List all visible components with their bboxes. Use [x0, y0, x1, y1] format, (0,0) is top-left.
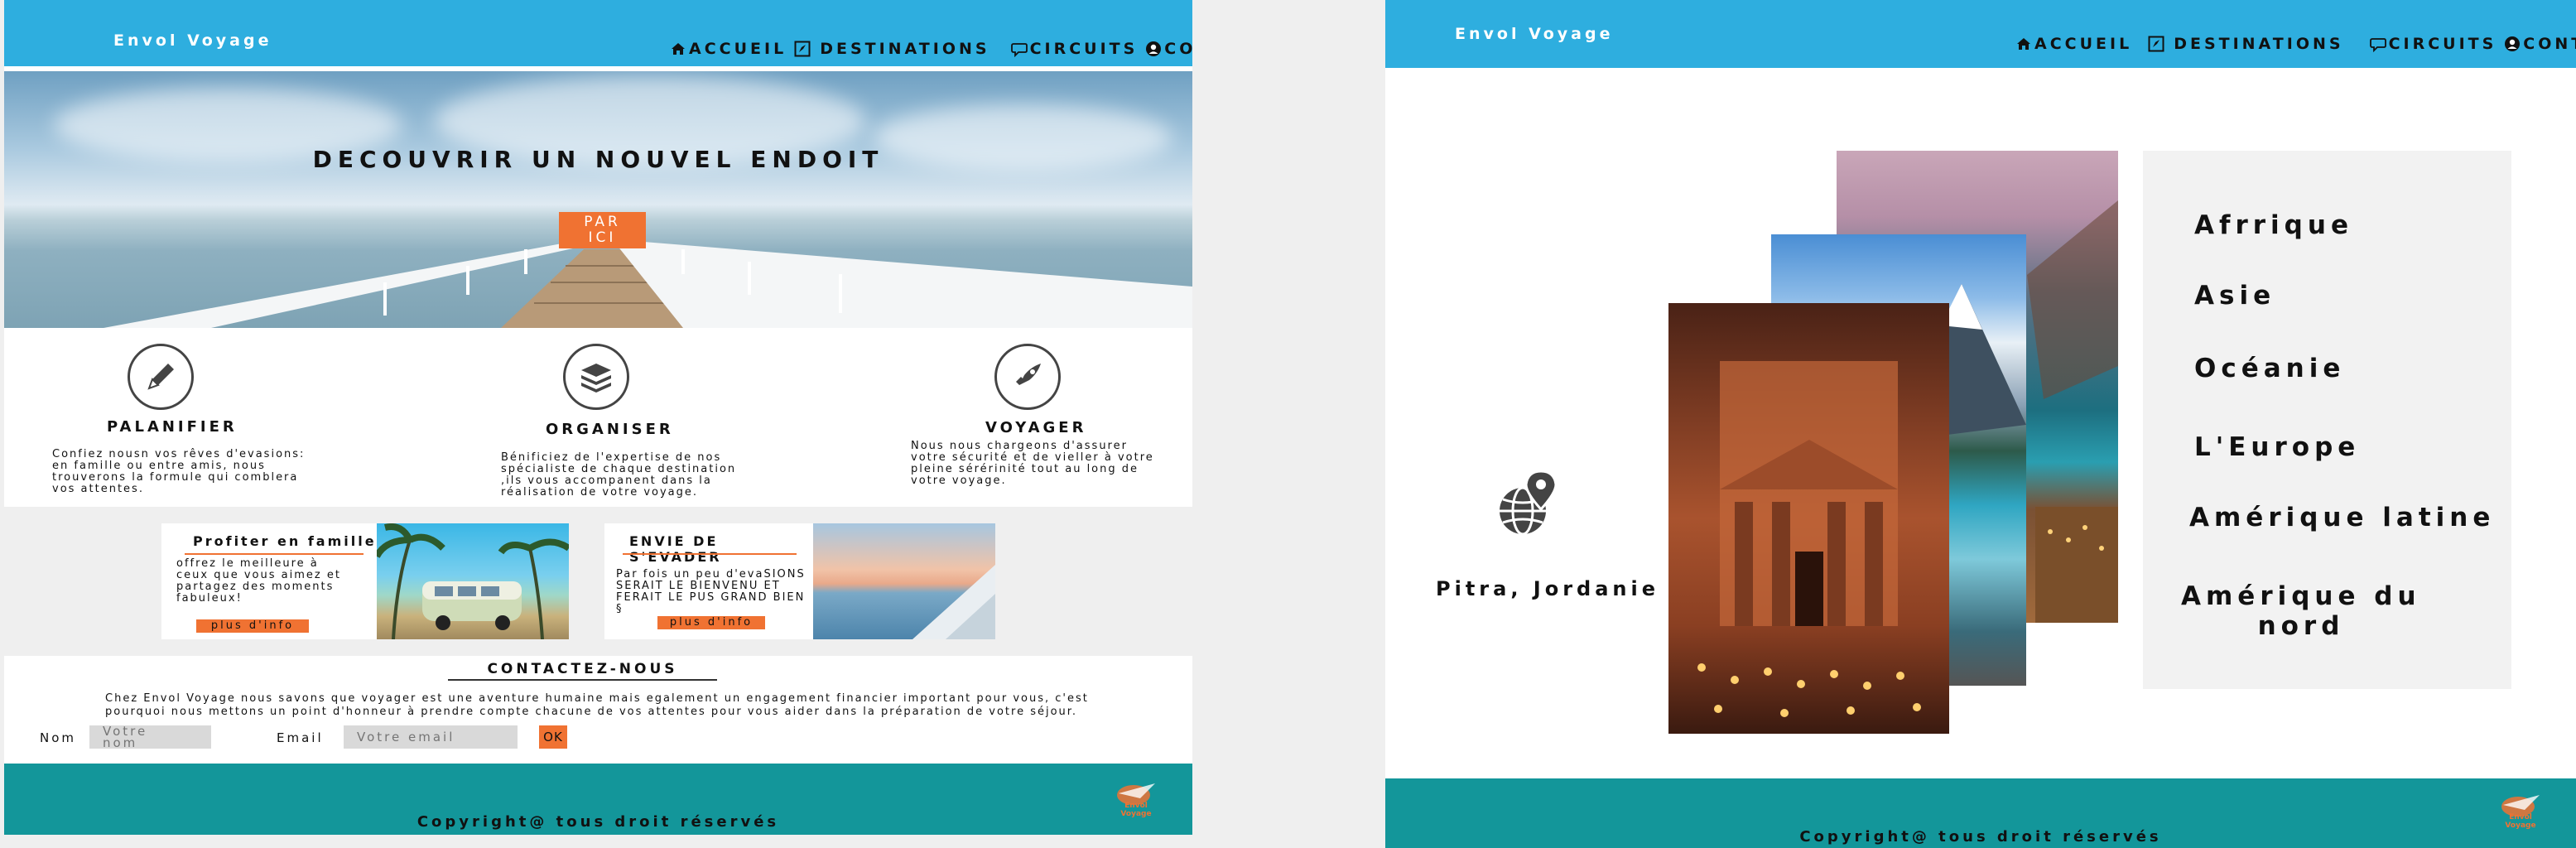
promo-section: Profiter en famille offrez le meilleure … [4, 507, 1192, 656]
feature-title: ORGANISER [546, 421, 674, 438]
header: Envol Voyage ACCUEIL DESTINATIONS CIRCUI… [1385, 0, 2576, 68]
copyright: Copyright@ tous droit réservés [1799, 828, 2162, 846]
promo-title: ENVIE DE S'EVADER [629, 533, 722, 565]
region-amerique-du-nord[interactable]: Amérique du nord [2181, 581, 2421, 641]
copyright: Copyright@ tous droit réservés [416, 813, 780, 831]
photo-caption: Pitra, Jordanie [1436, 577, 1660, 600]
submit-button[interactable]: OK [539, 725, 567, 749]
destinations-page: Envol Voyage ACCUEIL DESTINATIONS CIRCUI… [1385, 0, 2576, 848]
region-amerique-latine[interactable]: Amérique latine [2189, 503, 2495, 532]
rocket-icon [2147, 35, 2165, 53]
nav-circuits-label: CIRCUITS [2388, 35, 2497, 53]
nav-circuits[interactable]: CIRCUITS [2369, 35, 2497, 53]
hero-banner: DECOUVRIR UN NOUVEL ENDOIT PAR ICI [4, 71, 1192, 328]
user-icon [2503, 35, 2521, 53]
feature-text: Bénificiez de l'expertise de nos spéciali… [501, 451, 737, 499]
nav-accueil[interactable]: ACCUEIL [2015, 35, 2132, 53]
nav-contact-label: CONTACT [1164, 40, 1192, 58]
feature-text: Nous nous chargeons d'assurer votre sécur… [911, 440, 1154, 487]
header: Envol Voyage ACCUEIL DESTINATIONS CIRCUI… [4, 0, 1192, 66]
nav-contact[interactable]: CONTACT [1144, 40, 1192, 58]
plus-info-button[interactable]: plus d'info [196, 619, 309, 633]
feature-text: Confiez nousn vos rêves d'evasions: en fa… [52, 448, 306, 495]
rocket-icon [994, 344, 1061, 410]
home-icon [669, 40, 687, 58]
nav-contact-label: CONTACT [2523, 35, 2576, 53]
email-label: Email [277, 730, 324, 745]
chat-bubble-icon [2369, 35, 2387, 53]
promo-text: Par fois un peu d'evaSIONS SERAIT LE BIEN… [616, 568, 806, 615]
nav-destinations[interactable]: DESTINATIONS [2147, 35, 2343, 53]
region-oceanie[interactable]: Océanie [2194, 354, 2345, 383]
main-nav: ACCUEIL DESTINATIONS CIRCUITS CONTACT [2008, 35, 2576, 53]
nav-accueil-label: ACCUEIL [689, 40, 787, 58]
promo-card-famille: Profiter en famille offrez le meilleure … [161, 523, 377, 639]
nav-accueil-label: ACCUEIL [2034, 35, 2133, 53]
brand-logo[interactable]: Envol Voyage [1455, 25, 1613, 43]
hero-title: DECOUVRIR UN NOUVEL ENDOIT [312, 146, 884, 173]
hero-cta-line2: ICI [588, 229, 617, 246]
region-asie[interactable]: Asie [2194, 281, 2275, 311]
footer-logo: Envol Voyage [1110, 778, 1162, 818]
plus-info-button[interactable]: plus d'info [657, 616, 765, 629]
name-field[interactable] [89, 725, 211, 749]
promo-card-evader: ENVIE DE S'EVADER Par fois un peu d'evaS… [604, 523, 813, 639]
feature-title: PALANIFIER [107, 418, 238, 436]
chat-bubble-icon [1010, 40, 1028, 58]
contact-title: CONTACTEZ-NOUS [448, 661, 717, 681]
pencil-icon [128, 344, 194, 410]
nav-destinations[interactable]: DESTINATIONS [793, 40, 989, 58]
nav-destinations-label: DESTINATIONS [820, 40, 990, 58]
van-beach-image [377, 523, 569, 639]
promo-text: offrez le meilleure à ceux que vous aimez… [176, 557, 341, 605]
hero-cta-line1: PAR [584, 214, 621, 230]
nav-accueil[interactable]: ACCUEIL [669, 40, 787, 58]
sunset-sea-image [813, 523, 995, 639]
regions-panel: Afrrique Asie Océanie L'Europe Amérique … [2143, 151, 2511, 689]
promo-title: Profiter en famille [193, 533, 377, 549]
home-page: Envol Voyage ACCUEIL DESTINATIONS CIRCUI… [4, 0, 1192, 835]
contact-text: Chez Envol Voyage nous savons que voyage… [105, 692, 1089, 718]
petra-photo[interactable] [1668, 303, 1949, 734]
main-nav: ACCUEIL DESTINATIONS CIRCUITS CONTACT [662, 40, 1192, 58]
globe-pin-icon [1500, 470, 1558, 536]
feature-title: VOYAGER [985, 419, 1087, 436]
nav-circuits[interactable]: CIRCUITS [1010, 40, 1139, 58]
home-icon [2015, 35, 2033, 53]
footer-logo: Envol Voyage [2495, 790, 2546, 830]
rocket-icon [793, 40, 811, 58]
hero-cta-button[interactable]: PAR ICI [559, 212, 646, 248]
footer: Copyright@ tous droit réservés Envol Voy… [4, 764, 1192, 835]
nav-circuits-label: CIRCUITS [1029, 40, 1139, 58]
region-afrique[interactable]: Afrrique [2194, 210, 2353, 240]
pier-illustration [104, 241, 1192, 328]
region-europe[interactable]: L'Europe [2194, 432, 2360, 462]
brand-logo[interactable]: Envol Voyage [113, 31, 272, 50]
user-icon [1144, 40, 1163, 58]
nav-destinations-label: DESTINATIONS [2174, 35, 2344, 53]
layers-icon [563, 344, 629, 410]
nav-contact[interactable]: CONTACT [2503, 35, 2576, 53]
email-field[interactable] [344, 725, 518, 749]
name-label: Nom [40, 730, 77, 745]
footer: Copyright@ tous droit réservés Envol Voy… [1385, 778, 2576, 848]
